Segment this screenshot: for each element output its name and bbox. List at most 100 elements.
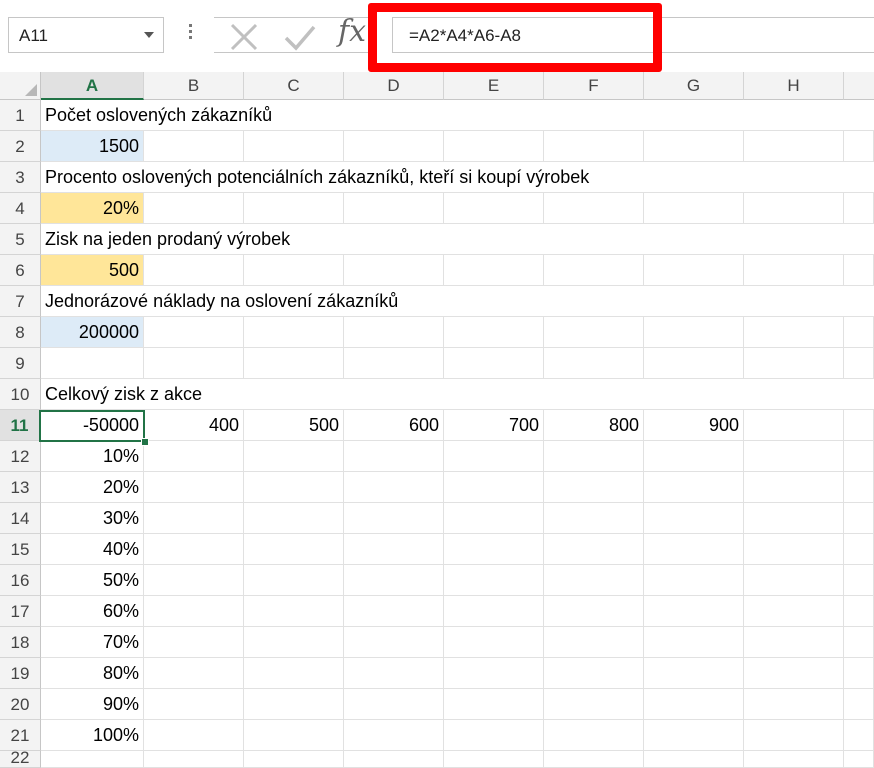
cell-A1[interactable]: Počet oslovených zákazníků	[41, 100, 272, 131]
grid-cell[interactable]	[244, 720, 344, 751]
grid-cell[interactable]	[644, 131, 744, 162]
grid-cell[interactable]	[844, 565, 874, 596]
row-header-19[interactable]: 19	[0, 658, 41, 689]
grid-cell[interactable]	[744, 565, 844, 596]
grid-cell[interactable]	[744, 162, 844, 193]
cell-F11[interactable]: 800	[544, 410, 644, 441]
grid-cell[interactable]	[744, 255, 844, 286]
grid-cell[interactable]	[544, 286, 644, 317]
grid-cell[interactable]	[644, 565, 744, 596]
column-header-E[interactable]: E	[444, 72, 544, 100]
grid-cell[interactable]	[344, 348, 444, 379]
grid-cell[interactable]	[244, 317, 344, 348]
grid-cell[interactable]	[744, 472, 844, 503]
column-header-H[interactable]: H	[744, 72, 844, 100]
cell-A14[interactable]: 30%	[41, 503, 144, 534]
grid-cell[interactable]	[244, 689, 344, 720]
grid-cell[interactable]	[644, 100, 744, 131]
grid-cell[interactable]	[544, 503, 644, 534]
grid-cell[interactable]	[644, 534, 744, 565]
grid-cell[interactable]	[844, 472, 874, 503]
row-header-9[interactable]: 9	[0, 348, 41, 379]
grid-cell[interactable]	[444, 689, 544, 720]
more-options-icon[interactable]	[186, 24, 194, 48]
grid-cell[interactable]	[744, 348, 844, 379]
cell-A5[interactable]: Zisk na jeden prodaný výrobek	[41, 224, 290, 255]
column-header-F[interactable]: F	[544, 72, 644, 100]
row-header-18[interactable]: 18	[0, 627, 41, 658]
grid-cell[interactable]	[744, 503, 844, 534]
grid-cell[interactable]	[444, 534, 544, 565]
grid-cell[interactable]	[544, 596, 644, 627]
grid-cell[interactable]	[644, 596, 744, 627]
grid-cell[interactable]	[444, 379, 544, 410]
grid-cell[interactable]	[744, 534, 844, 565]
grid-cell[interactable]	[744, 658, 844, 689]
grid-cell[interactable]	[644, 255, 744, 286]
column-header-B[interactable]: B	[144, 72, 244, 100]
grid-cell[interactable]	[144, 472, 244, 503]
grid-cell[interactable]	[844, 503, 874, 534]
row-header-13[interactable]: 13	[0, 472, 41, 503]
grid-cell[interactable]	[144, 751, 244, 768]
grid-cell[interactable]	[144, 596, 244, 627]
grid-cell[interactable]	[744, 689, 844, 720]
grid-cell[interactable]	[244, 472, 344, 503]
column-header-G[interactable]: G	[644, 72, 744, 100]
grid-cell[interactable]	[244, 503, 344, 534]
grid-cell[interactable]	[444, 255, 544, 286]
grid-cell[interactable]	[744, 379, 844, 410]
cell-A4[interactable]: 20%	[41, 193, 144, 224]
grid-cell[interactable]	[144, 658, 244, 689]
grid-cell[interactable]	[444, 503, 544, 534]
grid-cell[interactable]	[344, 689, 444, 720]
grid-cell[interactable]	[644, 162, 744, 193]
cell-A8[interactable]: 200000	[41, 317, 144, 348]
grid-cell[interactable]	[544, 689, 644, 720]
cell-A18[interactable]: 70%	[41, 627, 144, 658]
grid-cell[interactable]	[644, 751, 744, 768]
grid-cell[interactable]	[144, 720, 244, 751]
row-header-15[interactable]: 15	[0, 534, 41, 565]
grid-cell[interactable]	[544, 472, 644, 503]
grid-cell[interactable]	[644, 441, 744, 472]
grid-cell[interactable]	[244, 379, 344, 410]
grid-cell[interactable]	[344, 100, 444, 131]
grid-cell[interactable]	[844, 534, 874, 565]
row-header-6[interactable]: 6	[0, 255, 41, 286]
grid-cell[interactable]	[844, 627, 874, 658]
grid-cell[interactable]	[644, 627, 744, 658]
grid-cell[interactable]	[644, 472, 744, 503]
grid-cell[interactable]	[344, 224, 444, 255]
row-header-16[interactable]: 16	[0, 565, 41, 596]
grid-cell[interactable]	[844, 689, 874, 720]
grid-cell[interactable]	[244, 627, 344, 658]
grid-cell[interactable]	[444, 658, 544, 689]
active-cell-selection[interactable]	[39, 410, 145, 442]
grid-cell[interactable]	[544, 255, 644, 286]
grid-cell[interactable]	[444, 348, 544, 379]
grid-cell[interactable]	[244, 255, 344, 286]
grid-cell[interactable]	[444, 317, 544, 348]
grid-cell[interactable]	[744, 751, 844, 768]
cell-A10[interactable]: Celkový zisk z akce	[41, 379, 202, 410]
grid-cell[interactable]	[644, 348, 744, 379]
name-box[interactable]: A11	[8, 17, 164, 53]
row-header-3[interactable]: 3	[0, 162, 41, 193]
grid-cell[interactable]	[644, 379, 744, 410]
grid-cell[interactable]	[744, 317, 844, 348]
grid-cell[interactable]	[444, 286, 544, 317]
grid-cell[interactable]	[644, 658, 744, 689]
grid-cell[interactable]	[444, 627, 544, 658]
grid-cell[interactable]	[844, 255, 874, 286]
grid-cell[interactable]	[244, 193, 344, 224]
grid-cell[interactable]	[544, 131, 644, 162]
grid-cell[interactable]	[544, 348, 644, 379]
grid-cell[interactable]	[144, 627, 244, 658]
grid-cell[interactable]	[844, 224, 874, 255]
grid-cell[interactable]	[644, 224, 744, 255]
cell-A20[interactable]: 90%	[41, 689, 144, 720]
grid-cell[interactable]	[344, 503, 444, 534]
row-header-11[interactable]: 11	[0, 410, 41, 441]
grid-cell[interactable]	[744, 720, 844, 751]
